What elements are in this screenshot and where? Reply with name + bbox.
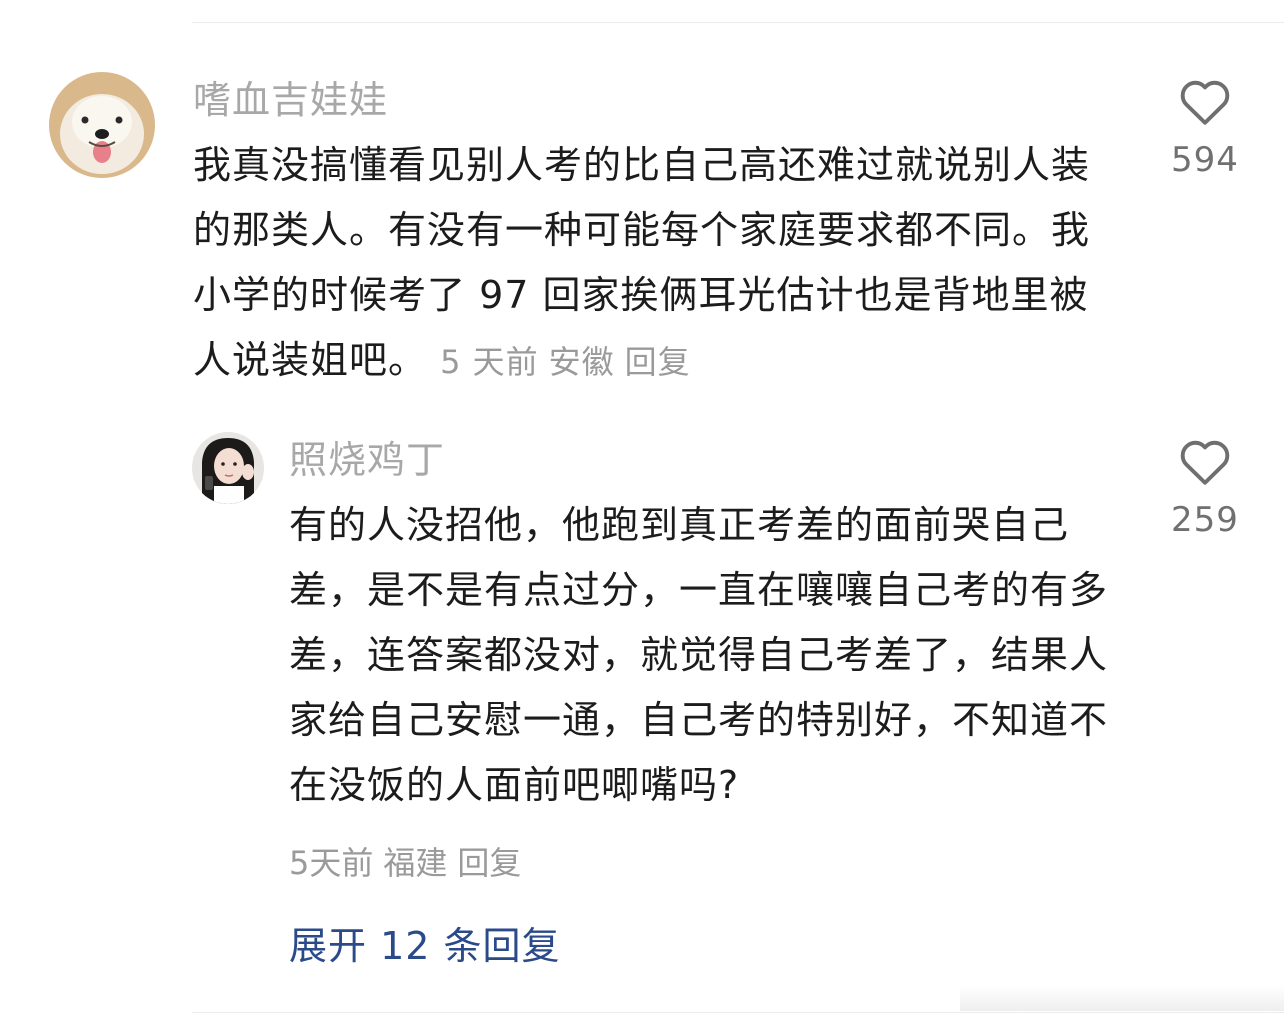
comment-location: 安徽 bbox=[548, 343, 615, 381]
top-divider bbox=[192, 22, 1284, 23]
comment-time: 5 天前 bbox=[440, 343, 539, 381]
reply-like-count: 259 bbox=[1171, 500, 1239, 540]
reply-reply-button[interactable]: 回复 bbox=[457, 844, 521, 882]
reply-text: 有的人没招他，他跑到真正考差的面前哭自己差，是不是有点过分，一直在嚷嚷自己考的有… bbox=[289, 503, 1109, 807]
reply-time: 5天前 bbox=[289, 844, 374, 882]
girl-avatar-icon bbox=[192, 432, 264, 504]
dog-avatar-icon bbox=[49, 72, 155, 178]
comment-like: 594 bbox=[1145, 78, 1265, 180]
reply-avatar[interactable] bbox=[192, 432, 264, 504]
reply-meta: 5天前 福建 回复 bbox=[289, 838, 531, 884]
comment-reply-button[interactable]: 回复 bbox=[625, 343, 691, 381]
comment-body: 我真没搞懂看见别人考的比自己高还难过就说别人装的那类人。有没有一种可能每个家庭要… bbox=[193, 133, 1123, 395]
avatar[interactable] bbox=[49, 72, 155, 178]
bottom-shadow bbox=[960, 985, 1284, 1011]
reply-location: 福建 bbox=[383, 844, 448, 882]
reply-username[interactable]: 照烧鸡丁 bbox=[289, 441, 445, 479]
expand-replies-button[interactable]: 展开 12 条回复 bbox=[289, 915, 561, 970]
reply-like: 259 bbox=[1145, 438, 1265, 540]
heart-icon[interactable] bbox=[1178, 78, 1232, 126]
comment-like-count: 594 bbox=[1171, 140, 1239, 180]
heart-icon[interactable] bbox=[1178, 438, 1232, 486]
reply-body: 有的人没招他，他跑到真正考差的面前哭自己差，是不是有点过分，一直在嚷嚷自己考的有… bbox=[289, 493, 1119, 818]
comment-username[interactable]: 嗜血吉娃娃 bbox=[193, 81, 388, 119]
bottom-divider bbox=[192, 1012, 1284, 1013]
comment-meta: 5 天前 安徽 回复 bbox=[440, 343, 701, 381]
